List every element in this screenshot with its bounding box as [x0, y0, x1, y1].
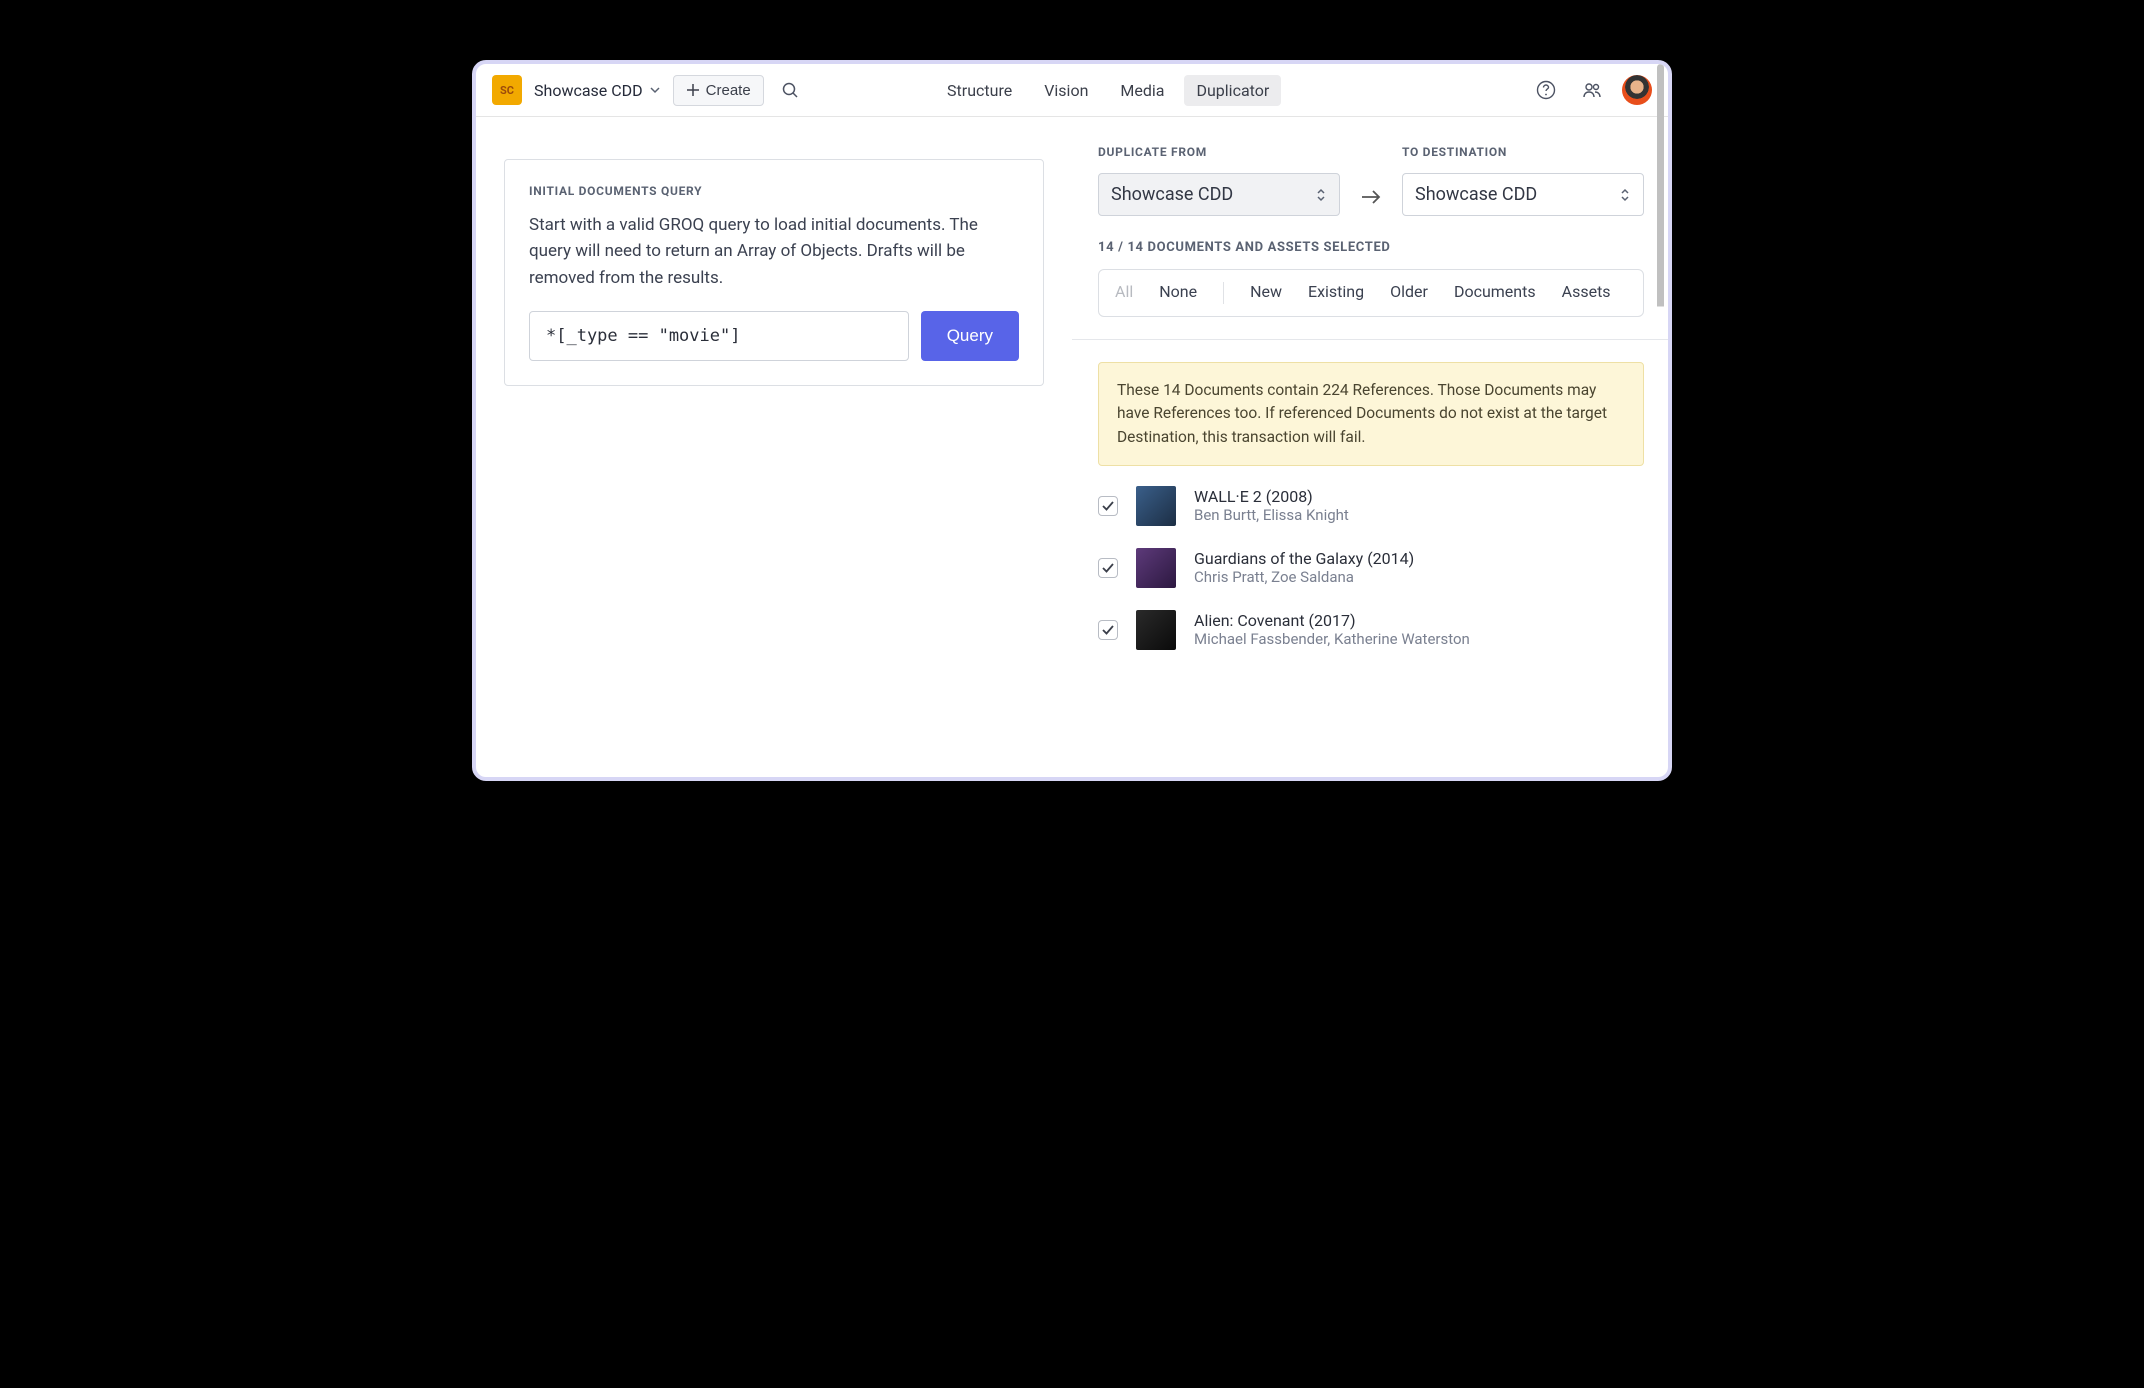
document-row: Alien: Covenant (2017) Michael Fassbende…	[1098, 610, 1644, 650]
project-name: Showcase CDD	[534, 81, 643, 100]
create-label: Create	[706, 82, 751, 99]
topbar-right	[1530, 74, 1652, 106]
nav-media[interactable]: Media	[1108, 75, 1176, 106]
check-icon	[1102, 563, 1114, 573]
search-button[interactable]	[774, 74, 806, 106]
references-warning: These 14 Documents contain 224 Reference…	[1098, 362, 1644, 466]
document-row: Guardians of the Galaxy (2014) Chris Pra…	[1098, 548, 1644, 588]
query-description: Start with a valid GROQ query to load in…	[529, 212, 1019, 291]
source-value: Showcase CDD	[1111, 184, 1233, 205]
plus-icon	[686, 83, 700, 97]
updown-icon	[1619, 187, 1631, 203]
doc-title: Alien: Covenant (2017)	[1194, 611, 1470, 630]
chevron-down-icon	[649, 84, 661, 96]
nav-vision[interactable]: Vision	[1032, 75, 1100, 106]
doc-checkbox[interactable]	[1098, 620, 1118, 640]
selection-count-label: 14 / 14 DOCUMENTS AND ASSETS SELECTED	[1098, 240, 1644, 255]
right-column: DUPLICATE FROM Showcase CDD TO DESTINATI…	[1072, 117, 1668, 777]
create-button[interactable]: Create	[673, 75, 764, 106]
filter-divider	[1223, 282, 1224, 304]
search-icon	[781, 81, 799, 99]
to-label: TO DESTINATION	[1402, 145, 1644, 159]
project-select[interactable]: Showcase CDD	[532, 77, 663, 104]
from-label: DUPLICATE FROM	[1098, 145, 1340, 159]
filter-older[interactable]: Older	[1390, 282, 1428, 304]
doc-title: WALL·E 2 (2008)	[1194, 487, 1349, 506]
arrow-icon	[1360, 188, 1382, 216]
help-button[interactable]	[1530, 74, 1562, 106]
topbar: SC Showcase CDD Create Structure Vision …	[476, 64, 1668, 117]
query-row: Query	[529, 311, 1019, 361]
destination-value: Showcase CDD	[1415, 184, 1537, 205]
app-window: SC Showcase CDD Create Structure Vision …	[472, 60, 1672, 781]
nav-structure[interactable]: Structure	[935, 75, 1024, 106]
doc-subtitle: Michael Fassbender, Katherine Waterston	[1194, 630, 1470, 648]
doc-checkbox[interactable]	[1098, 558, 1118, 578]
filter-existing[interactable]: Existing	[1308, 282, 1364, 304]
groq-query-input[interactable]	[529, 311, 909, 361]
filter-all[interactable]: All	[1115, 282, 1133, 304]
doc-thumbnail	[1136, 610, 1176, 650]
filter-assets[interactable]: Assets	[1562, 282, 1611, 304]
user-avatar[interactable]	[1622, 75, 1652, 105]
document-row: WALL·E 2 (2008) Ben Burtt, Elissa Knight	[1098, 486, 1644, 526]
filter-tabs: All None New Existing Older Documents As…	[1098, 269, 1644, 317]
help-icon	[1536, 80, 1556, 100]
main-nav: Structure Vision Media Duplicator	[935, 75, 1281, 106]
query-card: INITIAL DOCUMENTS QUERY Start with a val…	[504, 159, 1044, 386]
doc-checkbox[interactable]	[1098, 496, 1118, 516]
filter-new[interactable]: New	[1250, 282, 1282, 304]
section-divider	[1072, 339, 1668, 340]
doc-title: Guardians of the Galaxy (2014)	[1194, 549, 1414, 568]
doc-thumbnail	[1136, 548, 1176, 588]
run-query-button[interactable]: Query	[921, 311, 1019, 361]
check-icon	[1102, 625, 1114, 635]
source-destination-row: DUPLICATE FROM Showcase CDD TO DESTINATI…	[1098, 145, 1644, 216]
filter-none[interactable]: None	[1159, 282, 1197, 304]
check-icon	[1102, 501, 1114, 511]
users-icon	[1582, 80, 1602, 100]
doc-subtitle: Chris Pratt, Zoe Saldana	[1194, 568, 1414, 586]
left-column: INITIAL DOCUMENTS QUERY Start with a val…	[476, 117, 1072, 777]
source-dataset-select[interactable]: Showcase CDD	[1098, 173, 1340, 216]
destination-dataset-select[interactable]: Showcase CDD	[1402, 173, 1644, 216]
users-button[interactable]	[1576, 74, 1608, 106]
nav-duplicator[interactable]: Duplicator	[1184, 75, 1281, 106]
project-logo: SC	[492, 75, 522, 105]
doc-subtitle: Ben Burtt, Elissa Knight	[1194, 506, 1349, 524]
content: INITIAL DOCUMENTS QUERY Start with a val…	[476, 117, 1668, 777]
filter-documents[interactable]: Documents	[1454, 282, 1536, 304]
query-section-label: INITIAL DOCUMENTS QUERY	[529, 184, 1019, 198]
updown-icon	[1315, 187, 1327, 203]
doc-thumbnail	[1136, 486, 1176, 526]
